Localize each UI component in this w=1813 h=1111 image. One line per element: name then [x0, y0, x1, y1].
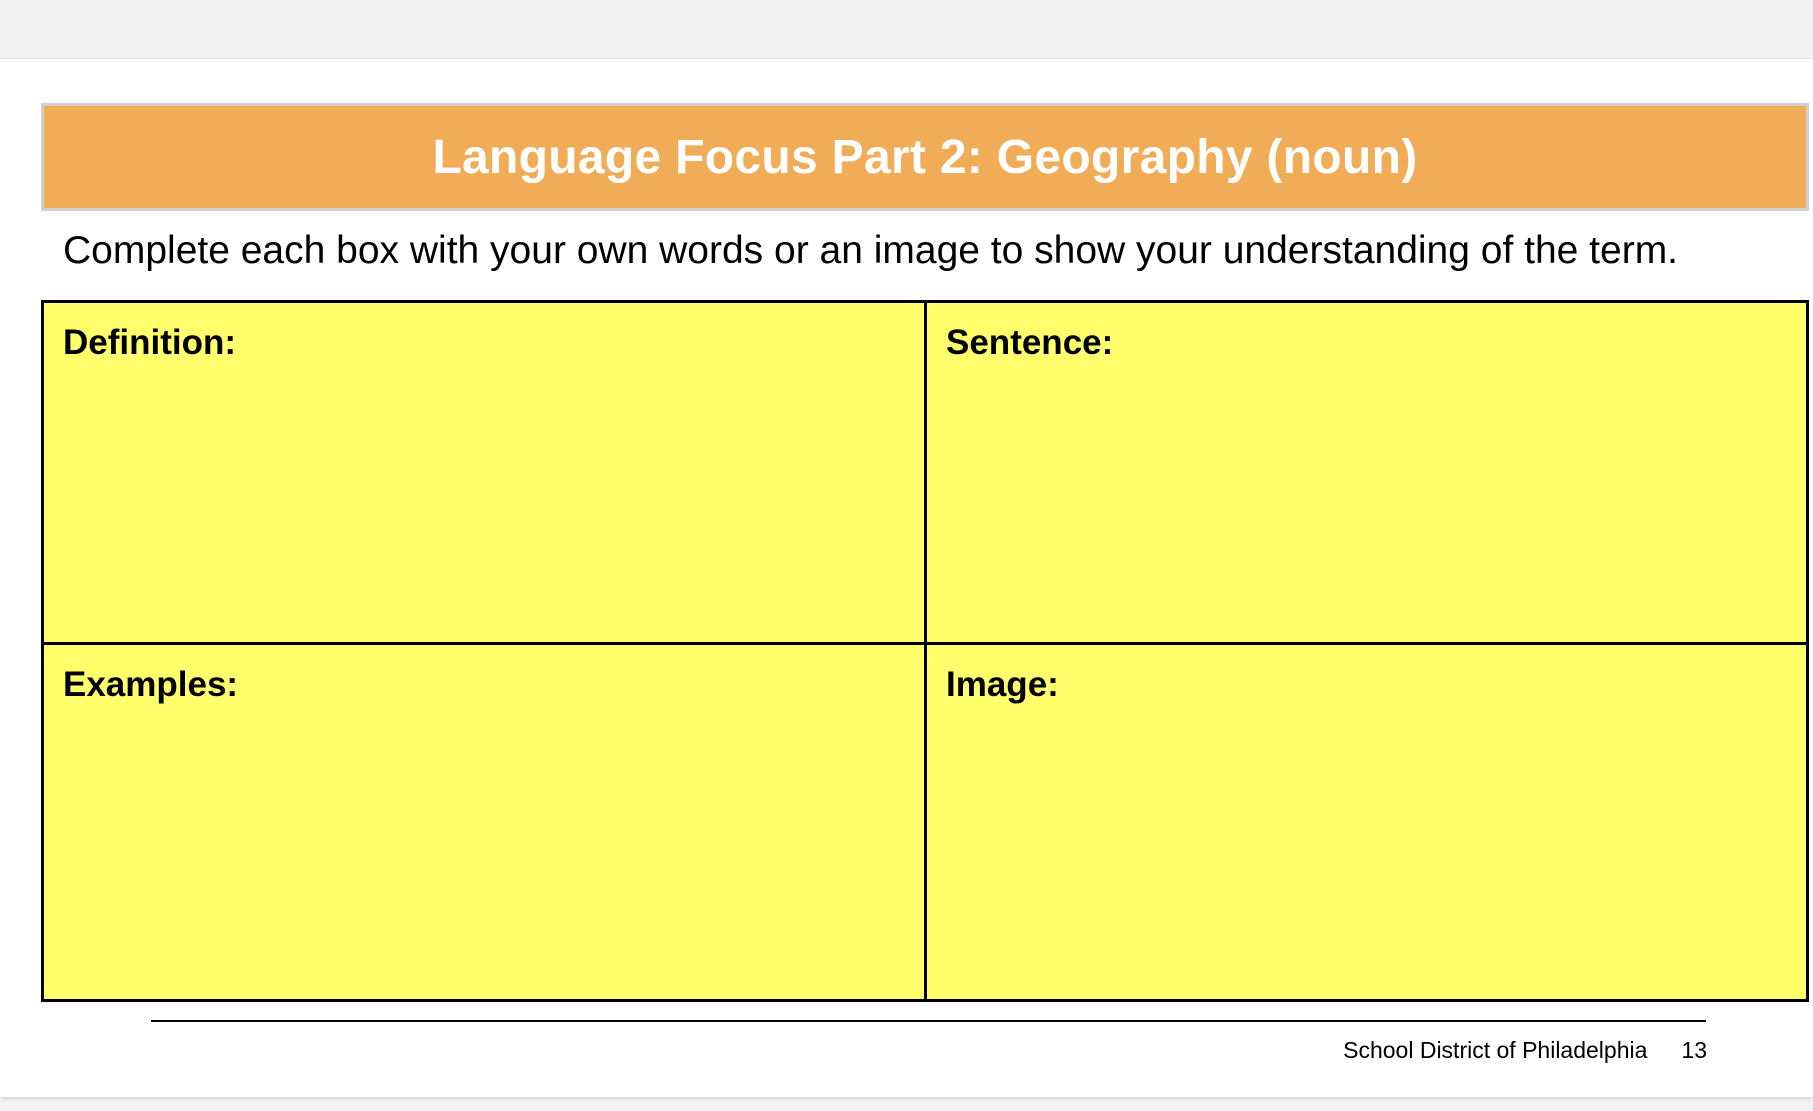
examples-label: Examples:	[63, 665, 239, 704]
definition-label: Definition:	[63, 323, 237, 362]
sentence-box[interactable]: Sentence:	[927, 303, 1806, 645]
page-footer: School District of Philadelphia 13	[1343, 1037, 1707, 1064]
page-title: Language Focus Part 2: Geography (noun)	[432, 130, 1418, 184]
examples-box[interactable]: Examples:	[44, 645, 927, 999]
frayer-model-grid: Definition: Sentence: Examples: Image:	[41, 300, 1809, 1002]
footer-divider	[151, 1020, 1706, 1022]
image-box[interactable]: Image:	[927, 645, 1806, 999]
footer-page-number: 13	[1681, 1037, 1707, 1063]
definition-box[interactable]: Definition:	[44, 303, 927, 645]
image-label: Image:	[946, 665, 1059, 704]
footer-organization: School District of Philadelphia	[1343, 1037, 1648, 1063]
instructions-text: Complete each box with your own words or…	[63, 229, 1679, 272]
title-banner: Language Focus Part 2: Geography (noun)	[41, 103, 1809, 211]
sentence-label: Sentence:	[946, 323, 1114, 362]
document-page: Language Focus Part 2: Geography (noun) …	[0, 58, 1813, 1097]
